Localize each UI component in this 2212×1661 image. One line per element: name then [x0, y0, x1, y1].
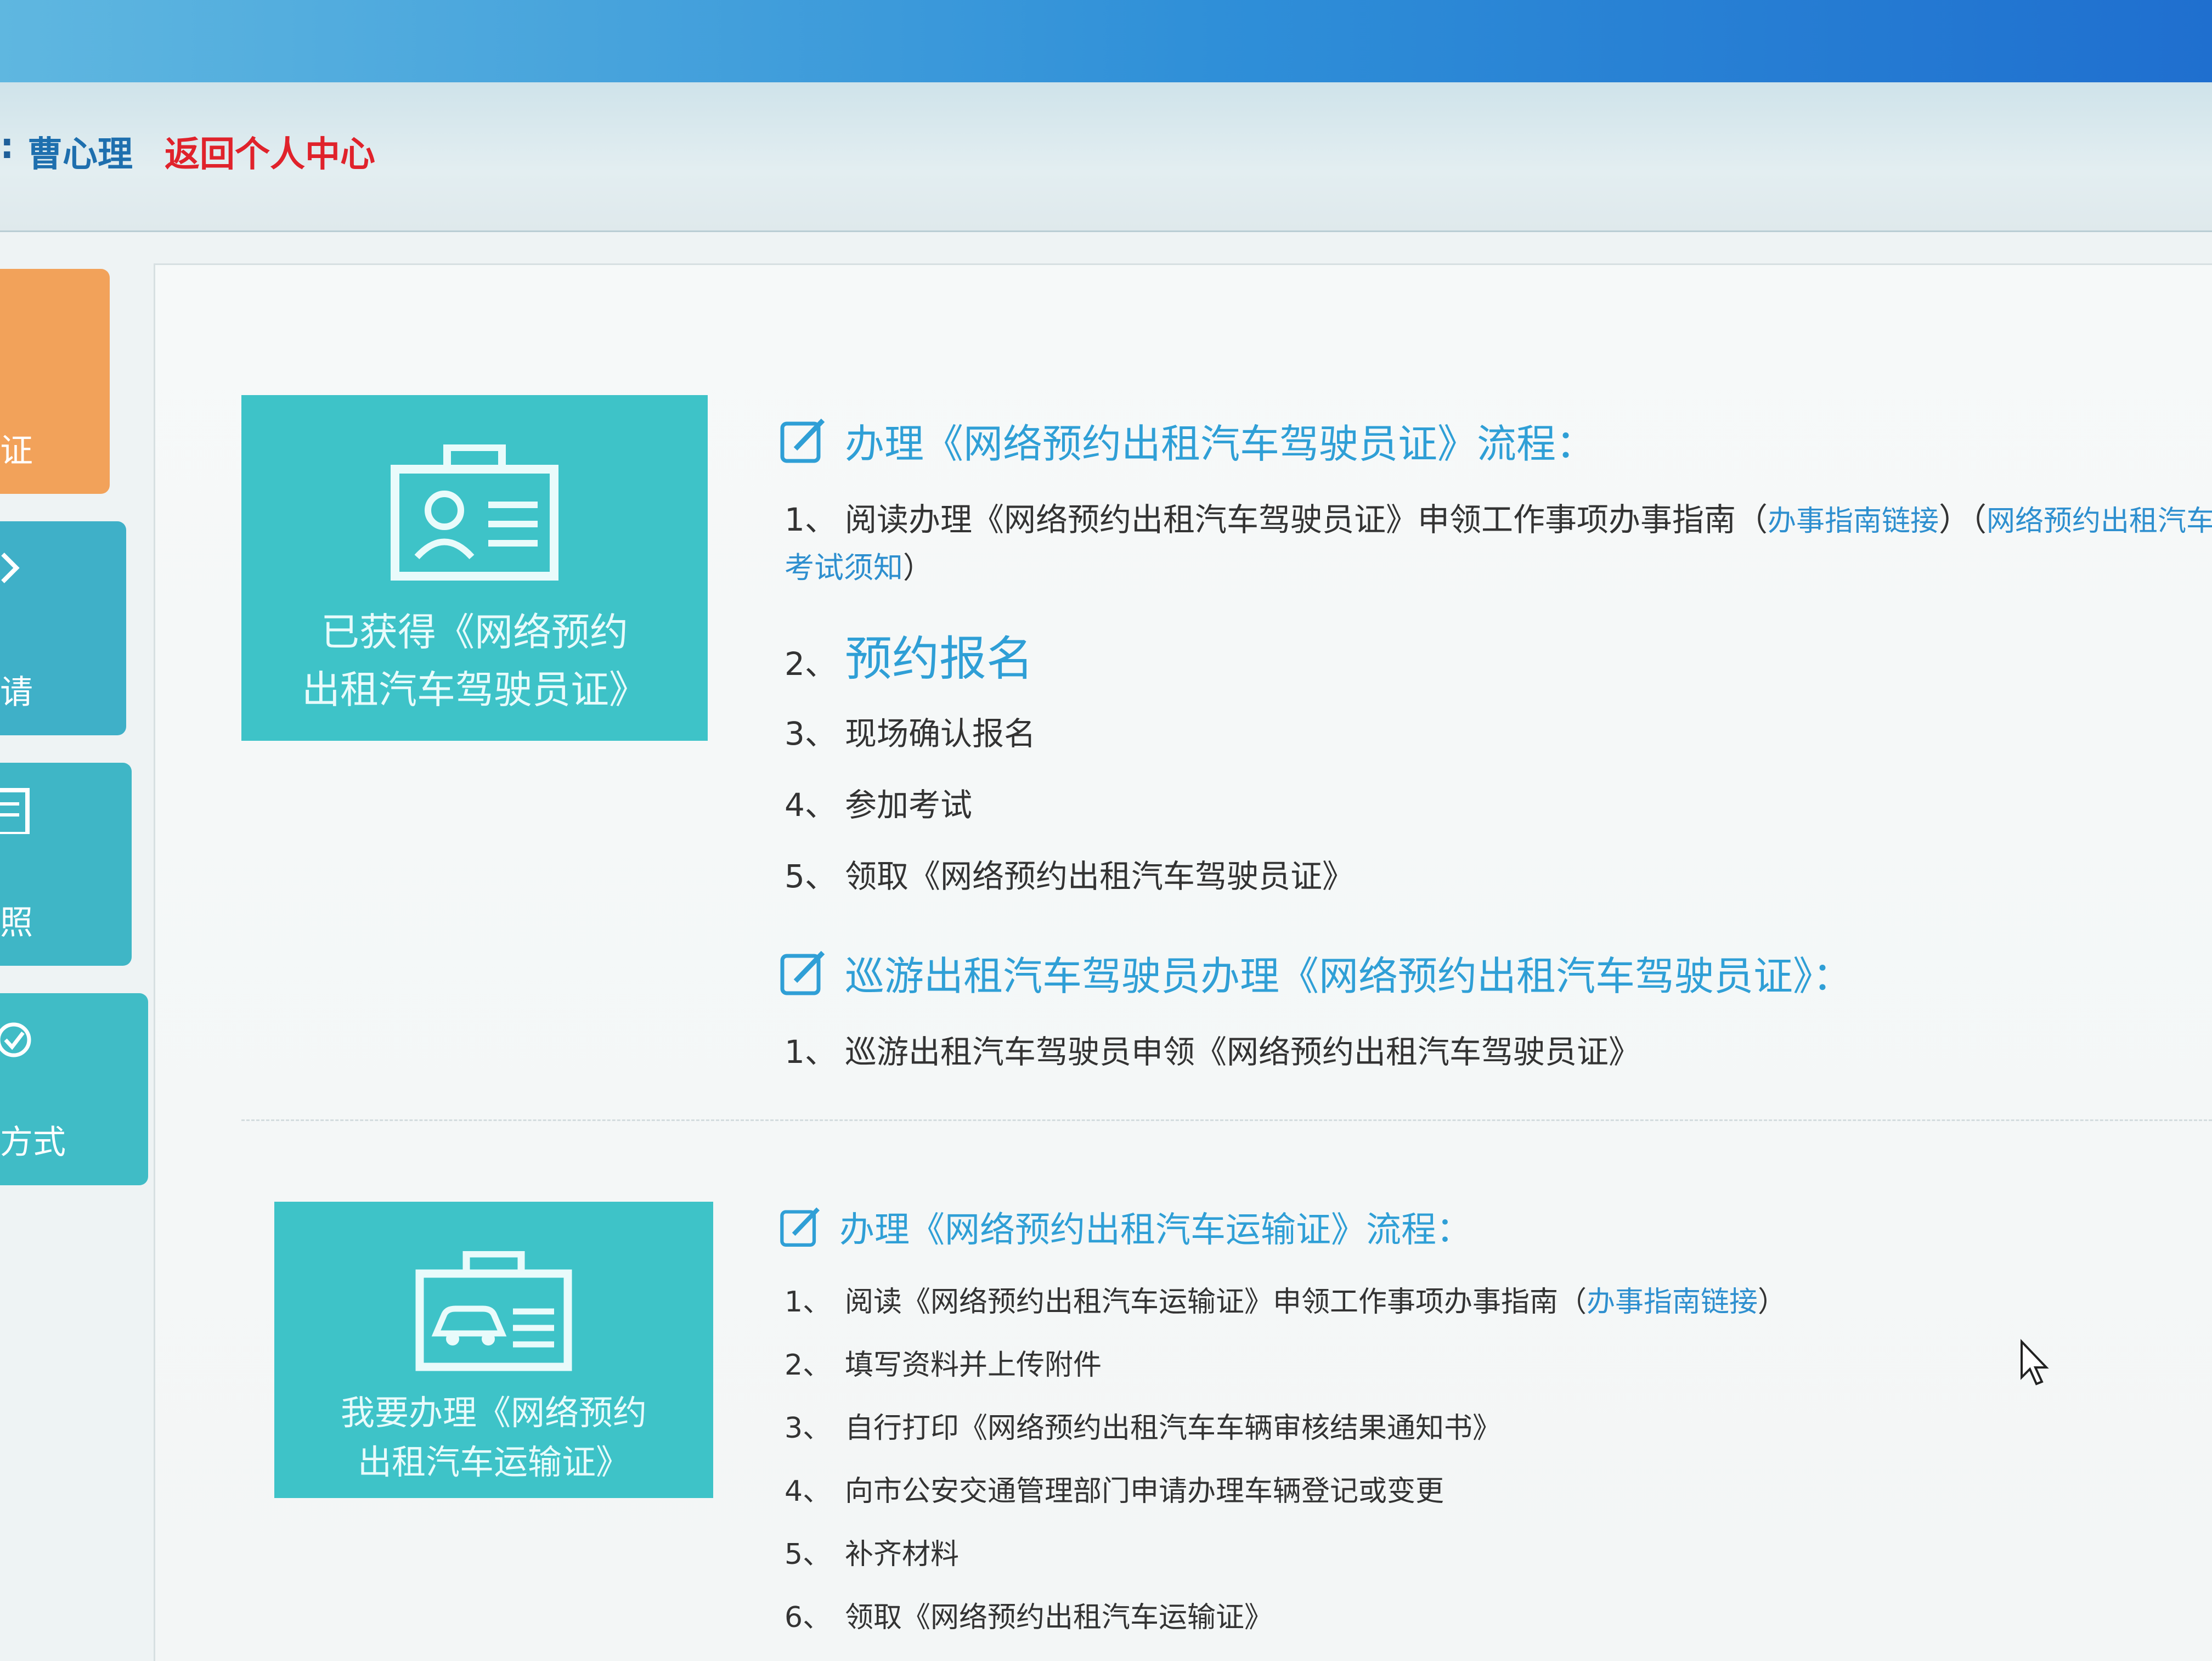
sidebar-tab-apply[interactable]: 请 [0, 521, 126, 735]
step-item: 3、 自行打印《网络预约出租汽车车辆审核结果通知书》 [785, 1405, 1501, 1446]
step-text: 领取《网络预约出租汽车驾驶员证》 [845, 858, 1355, 895]
step-text: 自行打印《网络预约出租汽车车辆审核结果通知书》 [845, 1412, 1502, 1445]
card-text: 我要办理《网络预约 出租汽车运输证》 [341, 1388, 647, 1487]
chevron-right-icon [1, 553, 20, 583]
sidebar-tab-label: 照 [0, 904, 33, 942]
section-title-driver-license: 办理《网络预约出租汽车驾驶员证》流程： [779, 412, 1595, 469]
step-item: 3、 现场确认报名 [785, 708, 1036, 754]
browser-top-band [0, 0, 2212, 82]
step-item: 5、 领取《网络预约出租汽车驾驶员证》 [785, 851, 1354, 897]
step-number: 2、 [785, 1349, 832, 1382]
step-number: 3、 [785, 715, 837, 752]
step-number: 4、 [785, 786, 837, 824]
step-text: 阅读《网络预约出租汽车运输证》申领工作事项办事指南（ [845, 1286, 1587, 1319]
step-text-after: ） [903, 550, 933, 585]
edit-icon [780, 1207, 820, 1247]
car-license-icon [415, 1251, 572, 1371]
step-text: 领取《网络预约出租汽车运输证》 [845, 1601, 1273, 1634]
guide-link[interactable]: 办事指南链接 [1587, 1286, 1758, 1319]
step-text: 补齐材料 [845, 1538, 960, 1571]
step-number: 6、 [785, 1601, 832, 1634]
step-text: 向市公安交通管理部门申请办理车辆登记或变更 [845, 1475, 1444, 1508]
card-text-line: 已获得《网络预约 [321, 610, 628, 655]
sidebar-tab-label: 请 [0, 673, 33, 712]
step-item: 5、 补齐材料 [785, 1531, 959, 1572]
step-number: 1、 [785, 1286, 832, 1319]
section-title-text: 巡游出租汽车驾驶员办理《网络预约出租汽车驾驶员证》： [845, 953, 1853, 999]
step-text: 巡游出租汽车驾驶员申领《网络预约出租汽车驾驶员证》 [845, 1033, 1641, 1071]
step-text: 阅读办理《网络预约出租汽车驾驶员证》申领工作事项办事指南（ [845, 501, 1768, 538]
step-text-after: ） [1758, 1286, 1787, 1319]
reserve-registration-link[interactable]: 预约报名 [845, 632, 1034, 686]
mouse-cursor-icon [2021, 1339, 2049, 1386]
step-item: 6、 领取《网络预约出租汽车运输证》 [785, 1594, 1273, 1635]
step-item: 2、 预约报名 [785, 620, 1034, 689]
obtained-driver-license-card[interactable]: 已获得《网络预约 出租汽车驾驶员证》 [241, 395, 708, 741]
section-title-transport-license: 办理《网络预约出租汽车运输证》流程： [779, 1202, 1471, 1252]
edit-icon [780, 418, 825, 463]
step-item: 2、 填写资料并上传附件 [785, 1342, 1102, 1383]
sidebar-tab-certificate[interactable]: 证 [0, 269, 110, 494]
user-name: 曹心理 [27, 134, 133, 175]
step-text: 填写资料并上传附件 [845, 1349, 1102, 1382]
card-text-line: 出租汽车驾驶员证》 [302, 667, 647, 712]
step-text: 现场确认报名 [845, 715, 1036, 752]
document-icon [0, 788, 30, 834]
id-card-icon [391, 444, 558, 581]
step-item: 4、 参加考试 [785, 779, 972, 825]
step-number: 4、 [785, 1475, 832, 1508]
section-title-text: 办理《网络预约出租汽车运输证》流程： [839, 1210, 1471, 1251]
exam-notice-link-cont[interactable]: 考试须知 [785, 550, 903, 585]
step-text-after: ）（ [1939, 501, 1987, 538]
step-item: 4、 向市公安交通管理部门申请办理车辆登记或变更 [785, 1468, 1444, 1509]
edit-icon [780, 950, 825, 995]
exam-notice-link[interactable]: 网络预约出租汽车 [1987, 505, 2212, 538]
step-number: 2、 [785, 645, 837, 683]
step-item: 1、 阅读办理《网络预约出租汽车驾驶员证》申领工作事项办事指南（办事指南链接）（网… [785, 494, 2212, 540]
card-text-line: 我要办理《网络预约 [340, 1393, 647, 1433]
step-text: 参加考试 [845, 786, 973, 824]
sidebar-tab-method[interactable]: 方式 [0, 993, 148, 1185]
step-number: 1、 [785, 1033, 837, 1071]
step-number: 5、 [785, 1538, 832, 1571]
sidebar-tab-license[interactable]: 照 [0, 763, 132, 966]
apply-transport-license-card[interactable]: 我要办理《网络预约 出租汽车运输证》 [274, 1202, 713, 1498]
check-badge-icon [0, 1022, 31, 1057]
section-title-cruise-driver: 巡游出租汽车驾驶员办理《网络预约出租汽车驾驶员证》： [779, 944, 1852, 1001]
step-item: 1、 阅读《网络预约出租汽车运输证》申领工作事项办事指南（办事指南链接） [785, 1279, 1786, 1320]
section-title-text: 办理《网络预约出租汽车驾驶员证》流程： [845, 421, 1596, 467]
card-text: 已获得《网络预约 出租汽车驾驶员证》 [302, 604, 647, 719]
step-number: 5、 [785, 858, 837, 895]
section-divider [241, 1119, 2212, 1121]
sidebar-tab-label: 方式 [0, 1123, 66, 1162]
step-number: 3、 [785, 1412, 832, 1445]
back-to-profile-link[interactable]: 返回个人中心 [165, 126, 375, 177]
card-text-line: 出租汽车运输证》 [357, 1442, 630, 1482]
step-item: 1、 巡游出租汽车驾驶员申领《网络预约出租汽车驾驶员证》 [785, 1026, 1640, 1072]
step-continuation: 考试须知） [785, 543, 933, 587]
step-number: 1、 [785, 501, 837, 538]
user-prefix: : [0, 126, 14, 167]
sidebar-tab-label: 证 [0, 432, 33, 470]
guide-link[interactable]: 办事指南链接 [1768, 505, 1939, 538]
